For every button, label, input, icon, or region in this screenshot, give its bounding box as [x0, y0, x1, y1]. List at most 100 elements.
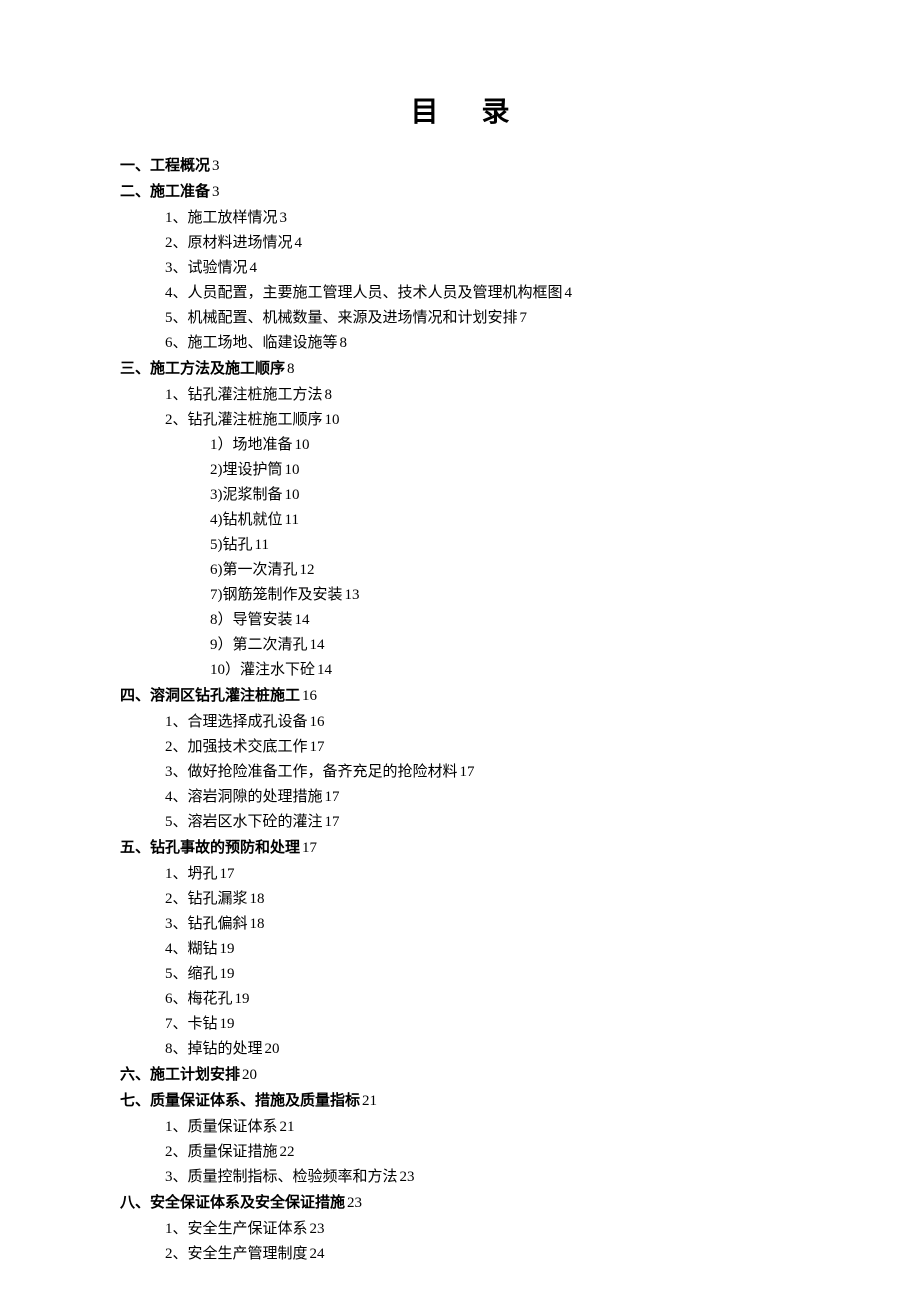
toc-entry-page: 8 — [340, 335, 348, 351]
toc-entry: 7、卡钻19 — [120, 1012, 800, 1036]
toc-entry-text: 2、钻孔漏浆 — [165, 891, 248, 907]
toc-entry: 2、质量保证措施22 — [120, 1140, 800, 1164]
toc-entry-page: 4 — [565, 285, 573, 301]
toc-entry: 3、做好抢险准备工作，备齐充足的抢险材料17 — [120, 760, 800, 784]
toc-entry: 2)埋设护筒10 — [120, 458, 800, 482]
toc-entry: 5、溶岩区水下砼的灌注17 — [120, 810, 800, 834]
toc-entry-page: 8 — [287, 361, 295, 377]
toc-entry-text: 1、坍孔 — [165, 866, 218, 882]
toc-entry: 8）导管安装14 — [120, 608, 800, 632]
toc-entry-text: 6、施工场地、临建设施等 — [165, 335, 338, 351]
toc-entry: 四、溶洞区钻孔灌注桩施工16 — [120, 684, 800, 708]
toc-entry-page: 17 — [220, 866, 235, 882]
toc-entry-text: 6、梅花孔 — [165, 991, 233, 1007]
toc-entry-text: 3、钻孔偏斜 — [165, 916, 248, 932]
toc-entry: 六、施工计划安排20 — [120, 1063, 800, 1087]
toc-entry: 五、钻孔事故的预防和处理17 — [120, 836, 800, 860]
toc-entry-page: 22 — [280, 1144, 295, 1160]
toc-entry: 2、安全生产管理制度24 — [120, 1242, 800, 1266]
toc-entry-text: 1、质量保证体系 — [165, 1119, 278, 1135]
toc-entry-text: 2)埋设护筒 — [210, 462, 283, 478]
toc-entry: 七、质量保证体系、措施及质量指标21 — [120, 1089, 800, 1113]
toc-entry-text: 二、施工准备 — [120, 184, 210, 200]
toc-entry: 3、试验情况4 — [120, 256, 800, 280]
toc-entry-text: 1、安全生产保证体系 — [165, 1221, 308, 1237]
toc-entry-page: 14 — [310, 637, 325, 653]
toc-entry: 2、原材料进场情况4 — [120, 231, 800, 255]
toc-entry-page: 12 — [300, 562, 315, 578]
toc-entry-page: 18 — [250, 891, 265, 907]
toc-entry-page: 14 — [317, 662, 332, 678]
toc-entry: 一、工程概况3 — [120, 154, 800, 178]
toc-entry-text: 1）场地准备 — [210, 437, 293, 453]
toc-entry-text: 3、试验情况 — [165, 260, 248, 276]
table-of-contents: 一、工程概况3二、施工准备31、施工放样情况32、原材料进场情况43、试验情况4… — [120, 154, 800, 1266]
toc-entry-text: 2、钻孔灌注桩施工顺序 — [165, 412, 323, 428]
toc-entry-text: 8、掉钻的处理 — [165, 1041, 263, 1057]
toc-entry: 3)泥浆制备10 — [120, 483, 800, 507]
toc-entry-page: 17 — [325, 789, 340, 805]
toc-entry-text: 3、质量控制指标、检验频率和方法 — [165, 1169, 398, 1185]
toc-entry-text: 2、原材料进场情况 — [165, 235, 293, 251]
toc-entry-page: 17 — [310, 739, 325, 755]
toc-entry-text: 5)钻孔 — [210, 537, 253, 553]
toc-entry-page: 4 — [250, 260, 258, 276]
toc-entry-text: 5、机械配置、机械数量、来源及进场情况和计划安排 — [165, 310, 518, 326]
toc-entry-text: 六、施工计划安排 — [120, 1067, 240, 1083]
toc-entry-text: 2、质量保证措施 — [165, 1144, 278, 1160]
toc-entry-page: 19 — [235, 991, 250, 1007]
toc-entry-page: 11 — [285, 512, 299, 528]
toc-entry-text: 七、质量保证体系、措施及质量指标 — [120, 1093, 360, 1109]
toc-entry-page: 17 — [302, 840, 317, 856]
toc-entry-text: 5、溶岩区水下砼的灌注 — [165, 814, 323, 830]
toc-entry-text: 五、钻孔事故的预防和处理 — [120, 840, 300, 856]
toc-entry-text: 4、糊钻 — [165, 941, 218, 957]
toc-entry: 3、质量控制指标、检验频率和方法23 — [120, 1165, 800, 1189]
toc-entry: 5、缩孔19 — [120, 962, 800, 986]
toc-entry: 10）灌注水下砼14 — [120, 658, 800, 682]
toc-entry-text: 8）导管安装 — [210, 612, 293, 628]
toc-entry-text: 10）灌注水下砼 — [210, 662, 315, 678]
toc-entry-page: 16 — [310, 714, 325, 730]
toc-entry-page: 23 — [310, 1221, 325, 1237]
toc-entry-text: 2、加强技术交底工作 — [165, 739, 308, 755]
toc-entry: 5、机械配置、机械数量、来源及进场情况和计划安排7 — [120, 306, 800, 330]
toc-entry: 1、质量保证体系21 — [120, 1115, 800, 1139]
toc-entry-text: 四、溶洞区钻孔灌注桩施工 — [120, 688, 300, 704]
toc-entry-page: 19 — [220, 966, 235, 982]
toc-entry-text: 八、安全保证体系及安全保证措施 — [120, 1195, 345, 1211]
toc-entry-page: 10 — [285, 462, 300, 478]
toc-entry: 4、人员配置，主要施工管理人员、技术人员及管理机构框图4 — [120, 281, 800, 305]
toc-entry-page: 10 — [295, 437, 310, 453]
toc-entry-page: 3 — [212, 158, 220, 174]
toc-entry: 2、钻孔灌注桩施工顺序10 — [120, 408, 800, 432]
toc-entry: 4、溶岩洞隙的处理措施17 — [120, 785, 800, 809]
toc-entry: 1、安全生产保证体系23 — [120, 1217, 800, 1241]
toc-entry-page: 21 — [280, 1119, 295, 1135]
toc-entry: 7)钢筋笼制作及安装13 — [120, 583, 800, 607]
toc-entry: 1）场地准备10 — [120, 433, 800, 457]
document-title: 目 录 — [120, 90, 800, 130]
toc-entry-page: 11 — [255, 537, 269, 553]
toc-entry-page: 17 — [325, 814, 340, 830]
toc-entry: 5)钻孔11 — [120, 533, 800, 557]
toc-entry: 1、合理选择成孔设备16 — [120, 710, 800, 734]
toc-entry-text: 9）第二次清孔 — [210, 637, 308, 653]
toc-entry: 6、梅花孔19 — [120, 987, 800, 1011]
toc-entry-text: 4、溶岩洞隙的处理措施 — [165, 789, 323, 805]
toc-entry-page: 4 — [295, 235, 303, 251]
toc-entry: 9）第二次清孔14 — [120, 633, 800, 657]
toc-entry-page: 23 — [400, 1169, 415, 1185]
toc-entry-text: 5、缩孔 — [165, 966, 218, 982]
toc-entry-page: 17 — [460, 764, 475, 780]
toc-entry-page: 13 — [345, 587, 360, 603]
toc-entry-page: 3 — [280, 210, 288, 226]
toc-entry: 4、糊钻19 — [120, 937, 800, 961]
toc-entry-page: 8 — [325, 387, 333, 403]
toc-entry-page: 10 — [325, 412, 340, 428]
toc-entry-page: 19 — [220, 1016, 235, 1032]
toc-entry: 6)第一次清孔12 — [120, 558, 800, 582]
toc-entry-text: 1、钻孔灌注桩施工方法 — [165, 387, 323, 403]
toc-entry-page: 20 — [265, 1041, 280, 1057]
toc-entry: 6、施工场地、临建设施等8 — [120, 331, 800, 355]
